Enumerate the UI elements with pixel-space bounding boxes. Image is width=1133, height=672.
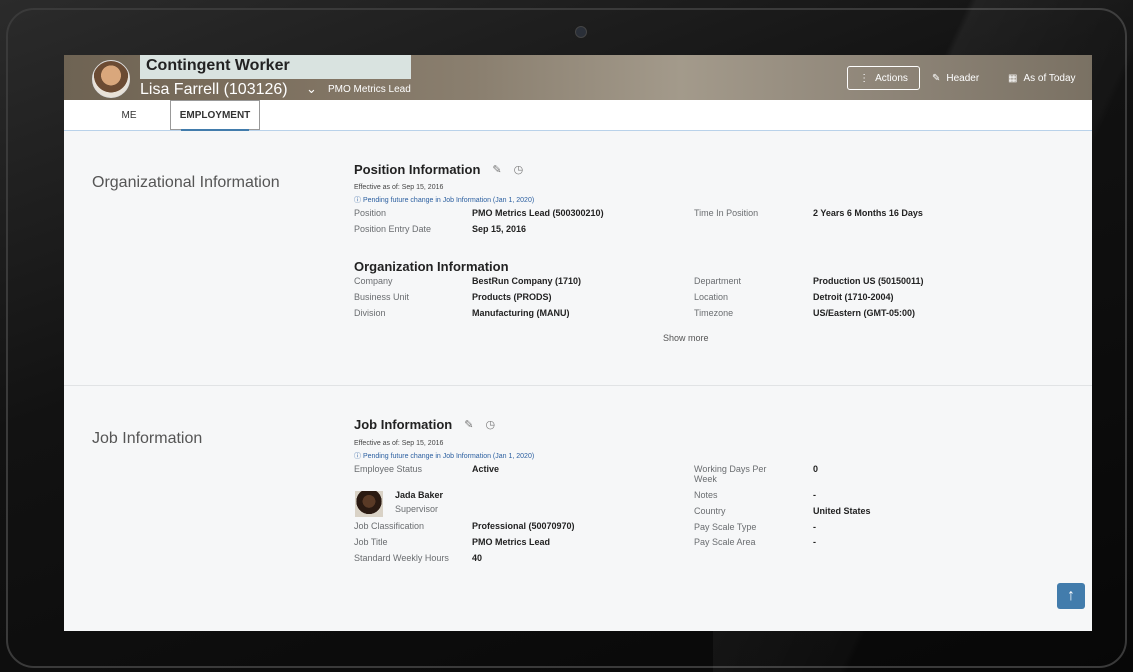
employee-position: PMO Metrics Lead: [328, 84, 411, 95]
location-label: Location: [694, 292, 729, 302]
supervisor-name[interactable]: Jada Baker: [395, 490, 443, 500]
active-tab-indicator: [181, 129, 249, 131]
info-icon: ⓘ: [354, 197, 361, 204]
pencil-icon: ✎: [932, 72, 941, 84]
pay-scale-area-value: -: [813, 537, 816, 547]
page-title: Contingent Worker: [146, 57, 290, 74]
tab-employment-label: EMPLOYMENT: [179, 109, 251, 121]
standard-weekly-hours-label: Standard Weekly Hours: [354, 553, 449, 563]
show-more-link[interactable]: Show more: [663, 333, 709, 343]
actions-label: Actions: [875, 72, 908, 84]
position-pending-change-link[interactable]: ⓘ Pending future change in Job Informati…: [354, 195, 534, 205]
chevron-down-icon[interactable]: ⌄: [306, 81, 317, 97]
job-pending-change-link[interactable]: ⓘ Pending future change in Job Informati…: [354, 451, 534, 461]
job-information-title: Job Information ✎ ◷: [354, 417, 495, 432]
job-title-label: Job Title: [354, 537, 388, 547]
employee-status-value: Active: [472, 464, 500, 474]
job-classification-value: Professional (50070970): [472, 521, 575, 531]
country-value: United States: [813, 506, 871, 516]
employee-status-label: Employee Status: [354, 464, 423, 474]
position-information-title: Position Information ✎ ◷: [354, 162, 523, 177]
tab-me[interactable]: ME: [100, 100, 158, 130]
business-unit-label: Business Unit: [354, 292, 410, 302]
division-value: Manufacturing (MANU): [472, 308, 570, 318]
position-entry-date-label: Position Entry Date: [354, 224, 432, 234]
position-label: Position: [354, 208, 387, 218]
pay-scale-area-label: Pay Scale Area: [694, 537, 756, 547]
position-pending-change-text: Pending future change in Job Information…: [362, 197, 535, 204]
tab-employment[interactable]: EMPLOYMENT: [170, 100, 260, 131]
calendar-icon: ▦: [1008, 72, 1018, 84]
country-label: Country: [694, 506, 726, 516]
notes-label: Notes: [694, 490, 718, 500]
job-title-value: PMO Metrics Lead: [472, 537, 551, 547]
history-icon[interactable]: ◷: [485, 418, 495, 431]
working-days-label: Working Days Per Week: [694, 464, 767, 484]
organization-information-title: Organization Information: [354, 259, 509, 274]
working-days-value: 0: [813, 464, 819, 474]
company-value: BestRun Company (1710): [472, 276, 582, 286]
as-of-today-button[interactable]: ▦ As of Today: [1008, 66, 1076, 90]
timezone-label: Timezone: [694, 308, 734, 318]
position-entry-date-value: Sep 15, 2016: [472, 224, 527, 234]
supervisor-role: Supervisor: [395, 504, 439, 514]
job-classification-label: Job Classification: [354, 521, 425, 531]
avatar[interactable]: [92, 60, 130, 98]
arrow-up-icon: ↑: [1067, 587, 1075, 604]
company-label: Company: [354, 276, 393, 286]
tab-bar: ME EMPLOYMENT: [64, 100, 1092, 131]
pay-scale-type-value: -: [813, 522, 816, 532]
header-button[interactable]: ✎ Header: [932, 66, 979, 90]
header-label: Header: [946, 72, 980, 84]
business-unit-value: Products (PRODS): [472, 292, 552, 302]
actions-button[interactable]: ⋮ Actions: [847, 66, 920, 90]
standard-weekly-hours-value: 40: [472, 553, 483, 563]
section-title-job: Job Information: [92, 430, 203, 447]
timezone-value: US/Eastern (GMT-05:00): [813, 308, 916, 318]
organization-information-label: Organization Information: [354, 259, 509, 274]
notes-value: -: [813, 490, 816, 500]
position-value: PMO Metrics Lead (500300210): [472, 208, 604, 218]
profile-header: Contingent Worker Lisa Farrell (103126) …: [64, 55, 1092, 100]
position-information-label: Position Information: [354, 162, 481, 177]
supervisor-avatar[interactable]: [355, 491, 383, 517]
department-label: Department: [694, 276, 742, 286]
department-value: Production US (50150011): [813, 276, 924, 286]
position-effective-date: Effective as of: Sep 15, 2016: [354, 184, 444, 191]
location-value: Detroit (1710-2004): [813, 292, 894, 302]
division-label: Division: [354, 308, 386, 318]
time-in-position-value: 2 Years 6 Months 16 Days: [813, 208, 923, 218]
more-vertical-icon: ⋮: [859, 72, 870, 84]
scroll-to-top-button[interactable]: ↑: [1057, 583, 1085, 609]
laptop-frame: Contingent Worker Lisa Farrell (103126) …: [0, 0, 1133, 672]
info-icon: ⓘ: [354, 453, 361, 460]
section-title-organizational: Organizational Information: [92, 174, 280, 191]
edit-icon[interactable]: ✎: [492, 163, 501, 176]
job-information-label: Job Information: [354, 417, 453, 432]
as-of-today-label: As of Today: [1023, 72, 1076, 84]
pay-scale-type-label: Pay Scale Type: [694, 522, 757, 532]
job-pending-change-text: Pending future change in Job Information…: [362, 453, 535, 460]
section-divider: [64, 385, 1092, 386]
history-icon[interactable]: ◷: [514, 163, 524, 176]
time-in-position-label: Time In Position: [694, 208, 759, 218]
edit-icon[interactable]: ✎: [464, 418, 473, 431]
job-effective-date: Effective as of: Sep 15, 2016: [354, 440, 444, 447]
app-screen: Contingent Worker Lisa Farrell (103126) …: [64, 55, 1092, 631]
camera-icon: [575, 26, 587, 38]
employee-name: Lisa Farrell (103126): [140, 81, 288, 98]
